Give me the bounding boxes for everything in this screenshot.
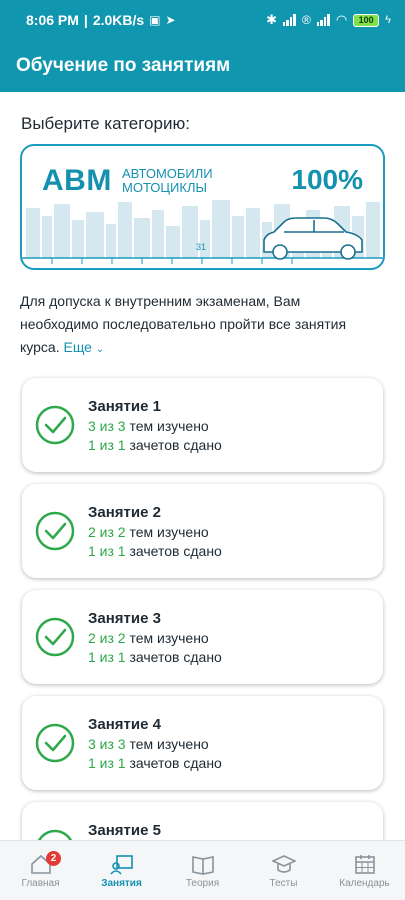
topics-suffix: тем изучено <box>129 630 209 646</box>
check-circle-icon <box>35 617 75 657</box>
topics-count: 2 из 2 <box>88 630 126 646</box>
battery-icon: 100 <box>353 13 380 27</box>
roaming-icon: ® <box>301 13 311 27</box>
topics-suffix: тем изучено <box>129 736 209 752</box>
nav-lessons-label: Занятия <box>101 877 142 889</box>
check-circle-icon <box>35 405 75 445</box>
tests-suffix: зачетов сдано <box>129 437 222 453</box>
wifi-icon: ◠ <box>335 12 348 27</box>
tests-suffix: зачетов сдано <box>129 649 222 665</box>
category-progress-percent: 100% <box>291 164 363 195</box>
status-time: 8:06 PM <box>26 12 79 28</box>
lesson-tests: 1 из 1 зачетов сдано <box>88 543 222 559</box>
lesson-title: Занятие 4 <box>88 716 161 733</box>
check-circle-icon <box>37 829 73 840</box>
app-bar: Обучение по занятиям <box>0 40 405 92</box>
category-code: ABM <box>42 164 112 197</box>
nav-home-label: Главная <box>21 877 60 889</box>
topics-count: 3 из 3 <box>88 736 126 752</box>
notification-badge: 2 <box>46 851 61 866</box>
lesson-card-2[interactable]: Занятие 2 2 из 2 тем изучено 1 из 1 заче… <box>22 484 383 578</box>
bluetooth-icon: ✱ <box>266 12 277 27</box>
nav-calendar[interactable]: Календарь <box>324 841 405 900</box>
signal-icon <box>282 14 296 26</box>
calendar-icon <box>354 854 375 874</box>
page-title: Обучение по занятиям <box>16 55 231 76</box>
more-link-label: Еще <box>63 339 92 355</box>
signal-icon-2 <box>316 14 330 26</box>
nav-tests-label: Тесты <box>269 877 298 889</box>
book-icon <box>191 855 214 875</box>
telegram-icon: ➤ <box>165 13 176 27</box>
check-circle-icon <box>35 723 75 763</box>
lesson-tests: 1 из 1 зачетов сдано <box>88 755 222 771</box>
tests-count: 1 из 1 <box>88 649 126 665</box>
lesson-card-3[interactable]: Занятие 3 2 из 2 тем изучено 1 из 1 заче… <box>22 590 383 684</box>
lesson-title: Занятие 3 <box>88 610 161 627</box>
bottom-nav: 2 Главная Занятия Теория Тесты Календарь <box>0 840 405 900</box>
section-title: Выберите категорию: <box>21 114 190 133</box>
category-desc-line1: автомобили <box>122 166 213 181</box>
topics-suffix: тем изучено <box>129 524 209 540</box>
charging-icon: ϟ <box>385 14 391 26</box>
more-link[interactable]: Еще ⌄ <box>63 339 104 355</box>
check-circle-icon <box>35 511 75 551</box>
chevron-down-icon: ⌄ <box>95 344 105 355</box>
tests-count: 1 из 1 <box>88 437 126 453</box>
lesson-tests: 1 из 1 зачетов сдано <box>88 649 222 665</box>
tests-suffix: зачетов сдано <box>129 755 222 771</box>
lesson-topics: 3 из 3 тем изучено <box>88 736 209 752</box>
lesson-tests: 1 из 1 зачетов сдано <box>88 437 222 453</box>
lesson-card-5[interactable]: Занятие 5 <box>22 802 383 840</box>
topics-count: 2 из 2 <box>88 524 126 540</box>
nav-lessons[interactable]: Занятия <box>81 841 162 900</box>
main-content[interactable]: Выберите категорию: ABM автомобили мотоц… <box>0 92 405 840</box>
nfc-icon: ▣ <box>149 13 161 27</box>
status-net-speed: 2.0KB/s <box>92 12 145 28</box>
lesson-title: Занятие 5 <box>88 822 161 839</box>
nav-tests[interactable]: Тесты <box>243 841 324 900</box>
city-skyline-illustration <box>22 200 383 264</box>
topics-suffix: тем изучено <box>129 418 209 434</box>
nav-calendar-label: Календарь <box>339 877 390 889</box>
category-description: автомобили мотоциклы <box>122 167 213 195</box>
tests-suffix: зачетов сдано <box>129 543 222 559</box>
category-desc-line2: мотоциклы <box>122 180 207 195</box>
lesson-card-1[interactable]: Занятие 1 3 из 3 тем изучено 1 из 1 заче… <box>22 378 383 472</box>
tests-count: 1 из 1 <box>88 543 126 559</box>
lesson-topics: 3 из 3 тем изучено <box>88 418 209 434</box>
nav-theory[interactable]: Теория <box>162 841 243 900</box>
lesson-title: Занятие 2 <box>88 504 161 521</box>
tests-count: 1 из 1 <box>88 755 126 771</box>
nav-home[interactable]: 2 Главная <box>0 841 81 900</box>
km-marker: 31 <box>196 242 207 252</box>
lessons-icon <box>109 854 133 875</box>
lesson-topics: 2 из 2 тем изучено <box>88 630 209 646</box>
status-separator: | <box>83 12 88 28</box>
info-text: Для допуска к внутренним экзаменам, Вам … <box>20 290 380 361</box>
graduation-cap-icon <box>271 854 296 873</box>
category-card[interactable]: ABM автомобили мотоциклы 100% <box>20 144 385 270</box>
lesson-topics: 2 из 2 тем изучено <box>88 524 209 540</box>
lesson-title: Занятие 1 <box>88 398 161 415</box>
topics-count: 3 из 3 <box>88 418 126 434</box>
status-bar: 8:06 PM | 2.0KB/s ▣ ➤ ✱ ® ◠ 100 ϟ <box>0 0 405 40</box>
lesson-card-4[interactable]: Занятие 4 3 из 3 тем изучено 1 из 1 заче… <box>22 696 383 790</box>
nav-theory-label: Теория <box>185 877 220 889</box>
